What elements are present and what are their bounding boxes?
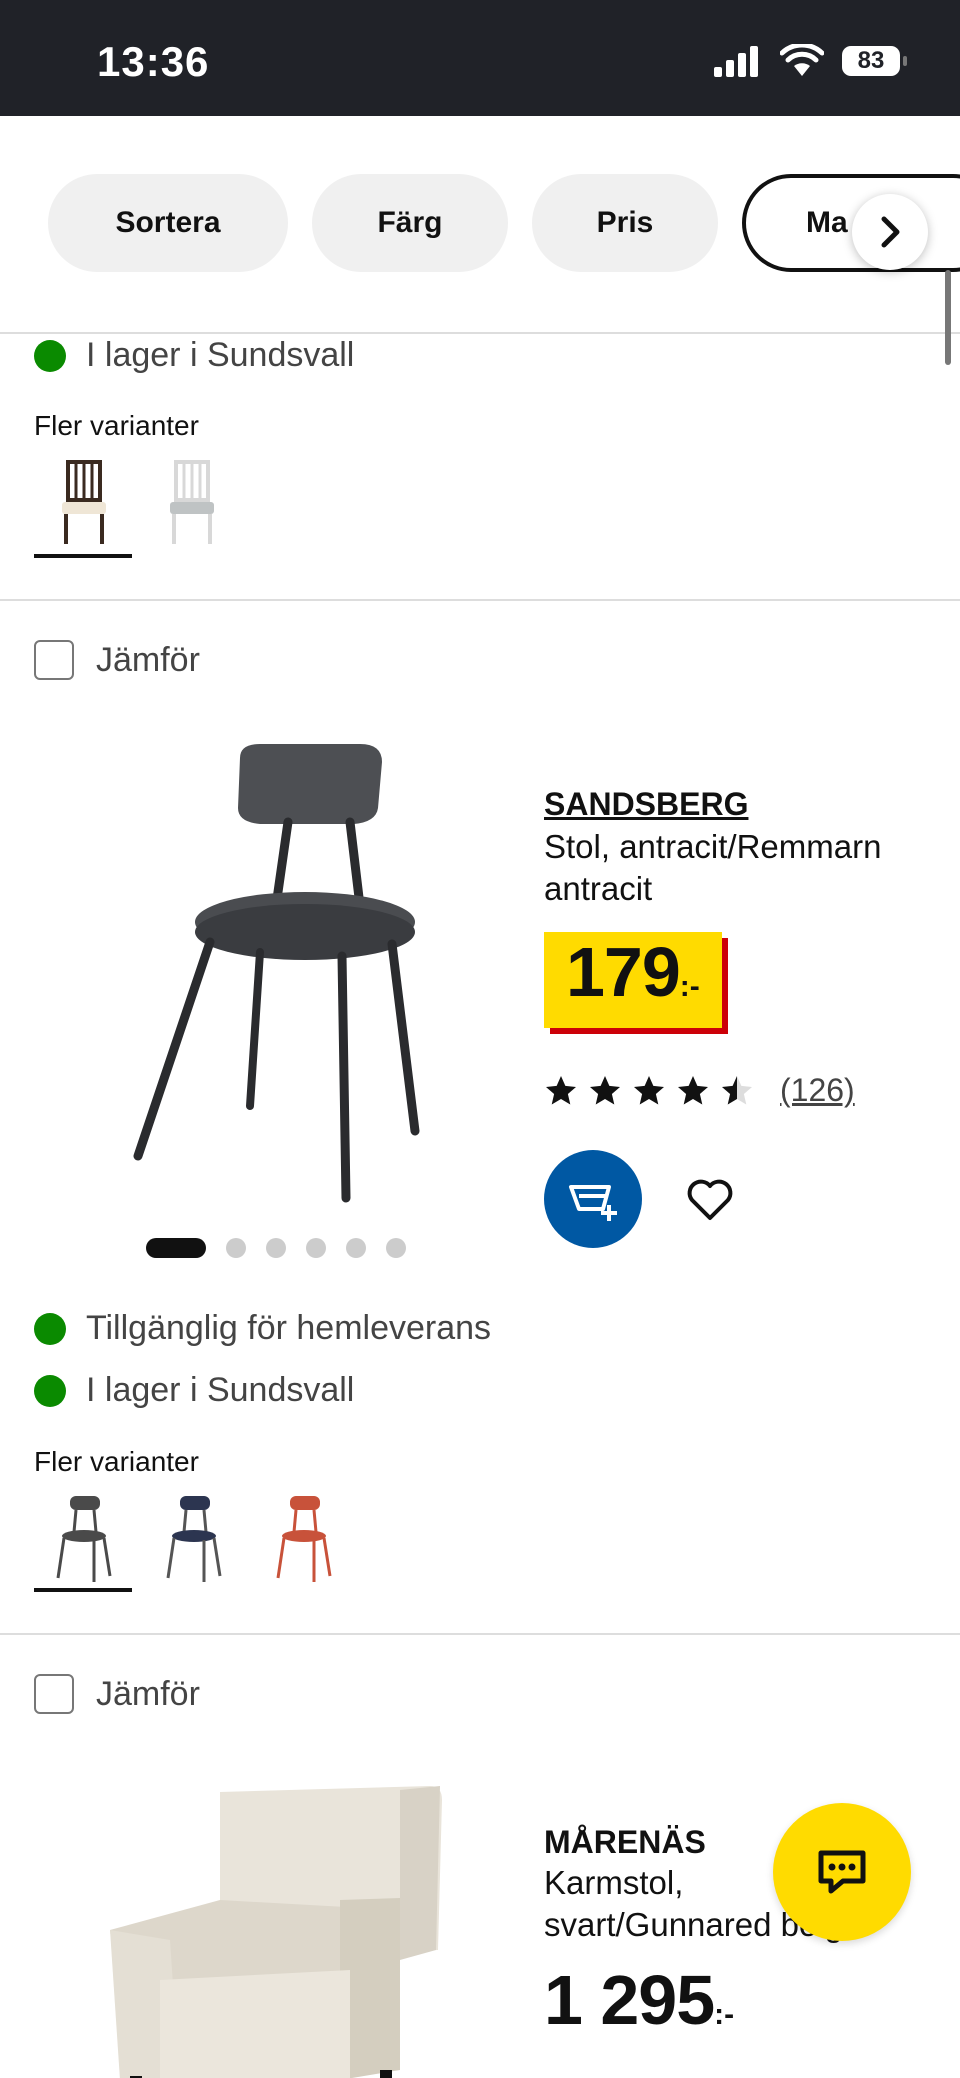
star-icon bbox=[546, 1075, 576, 1104]
product-name[interactable]: MÅRENÄS bbox=[544, 1824, 706, 1861]
compare-label: Jämför bbox=[96, 640, 200, 679]
filter-material-button[interactable]: Ma bbox=[742, 174, 960, 272]
variant-swatch-red[interactable] bbox=[266, 1494, 342, 1584]
add-to-cart-button[interactable] bbox=[544, 1150, 642, 1248]
chair-thumbnail bbox=[62, 460, 106, 544]
chair-thumbnail bbox=[170, 460, 214, 544]
variant-swatch-dark-wood[interactable] bbox=[46, 458, 122, 548]
filter-color-button[interactable]: Färg bbox=[312, 174, 508, 272]
price-amount: 1 295 bbox=[544, 1961, 715, 2039]
price-amount: 179 bbox=[566, 933, 681, 1011]
variant-swatch-white[interactable] bbox=[154, 458, 230, 548]
price-suffix: :- bbox=[714, 1998, 735, 2031]
shopping-basket-add-icon bbox=[569, 1185, 617, 1221]
product-description-line2: antracit bbox=[544, 870, 653, 907]
carousel-dot[interactable] bbox=[386, 1238, 406, 1258]
chair-thumbnail bbox=[56, 1496, 112, 1582]
compare-label: Jämför bbox=[96, 1674, 200, 1713]
price-tag: 179 :- bbox=[544, 932, 722, 1028]
section-divider bbox=[0, 1633, 960, 1635]
product-name[interactable]: SANDSBERG bbox=[544, 786, 748, 823]
product-image-sandsberg[interactable] bbox=[110, 736, 500, 1216]
compare-checkbox[interactable] bbox=[34, 1674, 74, 1714]
star-icon bbox=[678, 1075, 708, 1104]
half-star-icon bbox=[722, 1075, 752, 1104]
heart-icon bbox=[687, 1179, 733, 1220]
filter-price-label: Pris bbox=[596, 206, 654, 239]
battery-icon: 83 bbox=[842, 46, 907, 76]
variant-selected-underline-top bbox=[34, 554, 132, 558]
section-divider bbox=[0, 599, 960, 601]
carousel-dot[interactable] bbox=[306, 1238, 326, 1258]
status-time: 13:36 bbox=[97, 38, 210, 85]
page-scrollbar[interactable] bbox=[945, 270, 951, 365]
carousel-dot[interactable] bbox=[266, 1238, 286, 1258]
image-carousel-indicator bbox=[146, 1238, 406, 1258]
compare-checkbox[interactable] bbox=[34, 640, 74, 680]
battery-level: 83 bbox=[857, 47, 885, 74]
availability-home-row: Tillgänglig för hemleverans bbox=[34, 1309, 491, 1348]
favorite-button[interactable] bbox=[680, 1170, 740, 1230]
chat-button[interactable] bbox=[773, 1803, 911, 1941]
variants-label-top: Fler varianter bbox=[34, 410, 199, 441]
chair-thumbnail bbox=[166, 1496, 222, 1582]
status-bar: 13:36 83 bbox=[0, 0, 960, 116]
chat-icon bbox=[818, 1850, 866, 1894]
carousel-dot[interactable] bbox=[226, 1238, 246, 1258]
chevron-right-icon bbox=[881, 216, 900, 248]
product-description-line1: Stol, antracit/Remmarn bbox=[544, 828, 882, 865]
stock-status-dot bbox=[34, 1374, 66, 1407]
chair-thumbnail bbox=[276, 1496, 332, 1582]
armchair-image bbox=[110, 1786, 442, 2078]
availability-home-text: Tillgänglig för hemleverans bbox=[86, 1309, 492, 1347]
filter-scroll-right-button[interactable] bbox=[852, 194, 928, 270]
status-icons: 83 bbox=[712, 44, 907, 78]
availability-store-row: I lager i Sundsvall bbox=[34, 1371, 354, 1410]
stock-text-top: I lager i Sundsvall bbox=[86, 336, 355, 374]
rating-stars[interactable]: (126) bbox=[542, 1072, 855, 1109]
price-plain: 1 295 :- bbox=[544, 1960, 734, 2040]
carousel-dot-active[interactable] bbox=[146, 1238, 206, 1258]
star-icon bbox=[590, 1075, 620, 1104]
stock-status-dot bbox=[34, 339, 66, 372]
variant-swatch-anthracite[interactable] bbox=[46, 1494, 122, 1584]
filter-bar: Sortera Färg Pris Ma bbox=[0, 116, 960, 334]
filter-color-label: Färg bbox=[377, 206, 443, 239]
availability-store-text: I lager i Sundsvall bbox=[86, 1371, 355, 1409]
filter-price-button[interactable]: Pris bbox=[532, 174, 718, 272]
star-icon bbox=[634, 1075, 664, 1104]
variant-selected-underline bbox=[34, 1588, 132, 1592]
filter-material-label: Ma bbox=[806, 206, 848, 239]
carousel-dot[interactable] bbox=[346, 1238, 366, 1258]
variant-swatch-dark-blue[interactable] bbox=[156, 1494, 232, 1584]
filter-sort-button[interactable]: Sortera bbox=[48, 174, 288, 272]
signal-icon bbox=[714, 46, 758, 77]
stock-row-top: I lager i Sundsvall bbox=[34, 336, 354, 375]
filter-sort-label: Sortera bbox=[115, 206, 221, 239]
chair-image bbox=[133, 744, 420, 1203]
product-description-line1: Karmstol, bbox=[544, 1864, 684, 1901]
stock-status-dot bbox=[34, 1312, 66, 1345]
compare-row[interactable]: Jämför bbox=[34, 1674, 200, 1714]
review-count[interactable]: (126) bbox=[780, 1072, 855, 1109]
variants-label: Fler varianter bbox=[34, 1446, 199, 1477]
product-image-marenas[interactable] bbox=[100, 1780, 480, 2078]
wifi-icon bbox=[780, 44, 824, 76]
price-suffix: :- bbox=[679, 970, 700, 1003]
compare-row[interactable]: Jämför bbox=[34, 640, 200, 680]
